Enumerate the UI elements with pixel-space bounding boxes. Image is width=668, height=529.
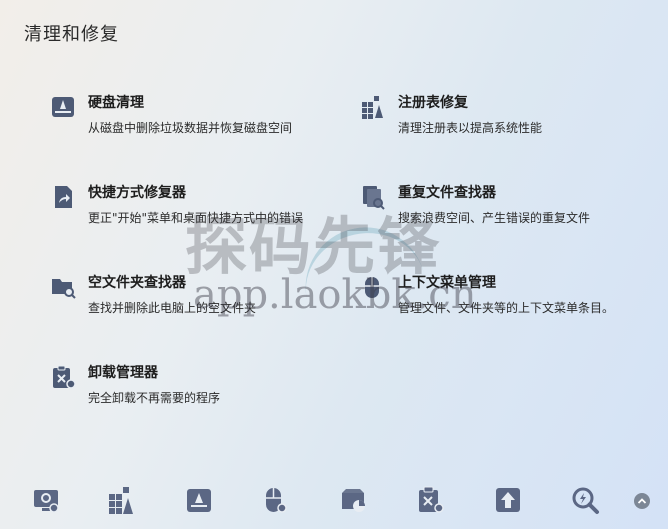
chevron-up-icon [637,498,647,504]
tool-disk-cleanup[interactable]: 硬盘清理 从磁盘中删除垃圾数据并恢复磁盘空间 [50,92,320,148]
tool-name: 空文件夹查找器 [88,275,186,291]
disk-usage-icon[interactable] [338,485,368,515]
tool-desc: 完全卸载不再需要的程序 [88,391,221,405]
mouse-settings-icon[interactable] [260,485,290,515]
page-title: 清理和修复 [24,24,119,45]
tool-registry-fix[interactable]: 注册表修复 清理注册表以提高系统性能 [360,92,630,148]
context-menu-icon [360,274,386,300]
tool-name: 硬盘清理 [88,95,144,111]
registry-fix-icon [360,94,386,120]
tool-desc: 搜索浪费空间、产生错误的重复文件 [398,211,591,225]
upload-icon[interactable] [493,485,523,515]
tool-desc: 清理注册表以提高系统性能 [398,121,543,135]
tool-name: 卸载管理器 [88,365,158,381]
tool-uninstall-manager[interactable]: 卸载管理器 完全卸载不再需要的程序 [50,362,320,418]
system-settings-icon[interactable] [31,485,61,515]
scroll-up-button[interactable] [634,493,650,509]
uninstall-icon[interactable] [415,485,445,515]
tool-name: 上下文菜单管理 [398,275,496,291]
uninstall-icon [50,364,76,390]
tool-duplicate-finder[interactable]: 重复文件查找器 搜索浪费空间、产生错误的重复文件 [360,182,630,238]
disk-cleanup-icon[interactable] [184,485,214,515]
tool-name: 重复文件查找器 [398,185,496,201]
tool-desc: 从磁盘中删除垃圾数据并恢复磁盘空间 [88,121,293,135]
disk-cleanup-icon [50,94,76,120]
duplicate-finder-icon [360,184,386,210]
empty-folder-icon [50,274,76,300]
tool-name: 快捷方式修复器 [88,185,186,201]
search-icon[interactable] [570,485,600,515]
tool-desc: 管理文件、文件夹等的上下文菜单条目。 [398,301,615,315]
tool-empty-folder-finder[interactable]: 空文件夹查找器 查找并删除此电脑上的空文件夹 [50,272,320,328]
tool-shortcut-fix[interactable]: 快捷方式修复器 更正"开始"菜单和桌面快捷方式中的错误 [50,182,320,238]
tool-desc: 更正"开始"菜单和桌面快捷方式中的错误 [88,211,304,225]
shortcut-fix-icon [50,184,76,210]
tool-context-menu-manager[interactable]: 上下文菜单管理 管理文件、文件夹等的上下文菜单条目。 [360,272,630,328]
registry-icon[interactable] [106,485,136,515]
tool-name: 注册表修复 [398,95,468,111]
tool-desc: 查找并删除此电脑上的空文件夹 [88,301,257,315]
